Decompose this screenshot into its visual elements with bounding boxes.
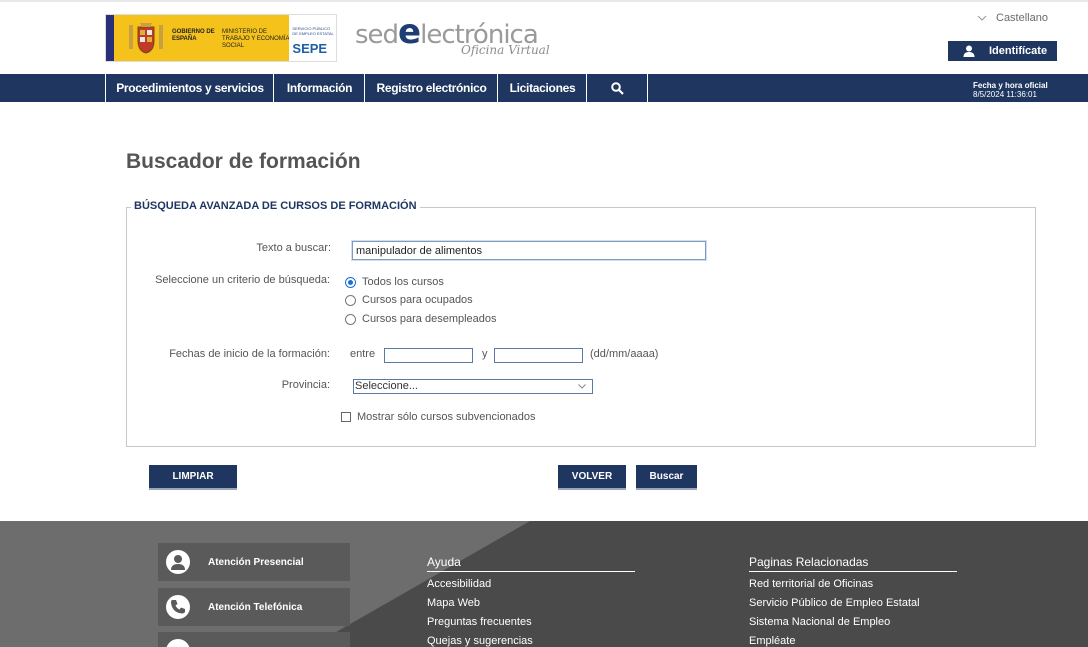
related-link[interactable]: Red territorial de Oficinas bbox=[749, 578, 957, 591]
flag-bar bbox=[106, 15, 114, 61]
login-label: Identifícate bbox=[989, 45, 1048, 57]
gobierno-espana-logo: GOBIERNO DE ESPAÑA MINISTERIO DE TRABAJO… bbox=[106, 15, 290, 61]
atencion-presencial-label: Atención Presencial bbox=[208, 556, 304, 568]
radio-button-checked[interactable] bbox=[345, 276, 356, 288]
search-button[interactable]: Buscar bbox=[636, 465, 697, 488]
search-icon bbox=[610, 81, 624, 95]
sepe-small-text: SERVICIO PÚBLICO DE EMPLEO ESTATAL bbox=[292, 26, 334, 36]
gobierno-text: GOBIERNO DE ESPAÑA bbox=[172, 29, 215, 42]
atencion-telefonica-link[interactable]: Atención Telefónica bbox=[158, 588, 350, 626]
atencion-telefonica-label: Atención Telefónica bbox=[208, 601, 303, 613]
footer: Atención Presencial Atención Telefónica … bbox=[0, 521, 1088, 647]
radio-label-ocupados: Cursos para ocupados bbox=[362, 294, 473, 306]
date-to-input[interactable] bbox=[494, 348, 583, 363]
criteria-label: Seleccione un criterio de búsqueda: bbox=[155, 274, 330, 286]
related-link[interactable]: Sistema Nacional de Empleo bbox=[749, 616, 957, 629]
page: GOBIERNO DE ESPAÑA MINISTERIO DE TRABAJO… bbox=[0, 0, 1088, 647]
atencion-presencial-link[interactable]: Atención Presencial bbox=[158, 543, 350, 581]
person-icon bbox=[166, 550, 190, 574]
fieldset-legend: BÚSQUEDA AVANZADA DE CURSOS DE FORMACIÓN bbox=[131, 200, 420, 212]
top-border bbox=[0, 0, 1088, 2]
date-format-hint: (dd/mm/aaaa) bbox=[590, 348, 659, 360]
radio-todos[interactable]: Todos los cursos bbox=[345, 276, 444, 288]
government-logo[interactable]: GOBIERNO DE ESPAÑA MINISTERIO DE TRABAJO… bbox=[105, 14, 337, 62]
language-label: Castellano bbox=[996, 12, 1048, 24]
search-label: Texto a buscar: bbox=[256, 242, 331, 254]
brand-subtitle: Oficina Virtual bbox=[461, 43, 550, 57]
related-link[interactable]: Servicio Público de Empleo Estatal bbox=[749, 597, 957, 610]
help-link[interactable]: Accesibilidad bbox=[427, 578, 635, 591]
coat-of-arms-icon bbox=[129, 23, 163, 54]
between-label: entre bbox=[350, 348, 376, 360]
nav-licitaciones[interactable]: Licitaciones bbox=[497, 74, 587, 102]
related-link[interactable]: Empléate bbox=[749, 635, 957, 647]
datetime-label: Fecha y hora oficial bbox=[973, 81, 1048, 90]
user-icon bbox=[963, 45, 975, 57]
help-link[interactable]: Quejas y sugerencias bbox=[427, 635, 635, 647]
radio-button[interactable] bbox=[345, 313, 356, 325]
subsidized-checkbox-row[interactable]: Mostrar sólo cursos subvencionados bbox=[341, 411, 536, 423]
login-button[interactable]: Identifícate bbox=[948, 41, 1057, 61]
back-button[interactable]: VOLVER bbox=[558, 465, 626, 488]
subsidized-checkbox[interactable] bbox=[341, 412, 351, 422]
chevron-down-icon bbox=[578, 384, 586, 389]
page-title: Buscador de formación bbox=[126, 150, 361, 173]
phone-icon bbox=[166, 595, 190, 619]
radio-button[interactable] bbox=[345, 294, 356, 306]
related-title: Paginas Relacionadas bbox=[749, 555, 957, 572]
radio-ocupados[interactable]: Cursos para ocupados bbox=[345, 294, 473, 306]
clear-button[interactable]: LIMPIAR bbox=[149, 465, 237, 488]
sepe-text: SEPE bbox=[292, 41, 328, 56]
province-selected: Seleccione... bbox=[355, 380, 418, 392]
search-input[interactable] bbox=[351, 240, 707, 261]
main-nav: Procedimientos y servicios Información R… bbox=[0, 74, 1088, 102]
date-from-input[interactable] bbox=[384, 348, 473, 363]
nav-informacion[interactable]: Información bbox=[273, 74, 365, 102]
radio-label-todos: Todos los cursos bbox=[362, 276, 444, 288]
brand-pre: sed bbox=[355, 20, 399, 50]
radio-label-desempleados: Cursos para desempleados bbox=[362, 313, 497, 325]
nav-procedimientos[interactable]: Procedimientos y servicios bbox=[105, 74, 274, 102]
nav-registro[interactable]: Registro electrónico bbox=[364, 74, 498, 102]
province-label: Provincia: bbox=[281, 379, 330, 391]
subsidized-label: Mostrar sólo cursos subvencionados bbox=[357, 411, 536, 423]
brand-e: e bbox=[398, 12, 421, 52]
ministerio-text: MINISTERIO DE TRABAJO Y ECONOMÍA SOCIAL bbox=[222, 29, 290, 49]
chevron-down-icon bbox=[977, 15, 987, 21]
dates-label: Fechas de inicio de la formación: bbox=[169, 348, 330, 360]
radio-desempleados[interactable]: Cursos para desempleados bbox=[345, 313, 497, 325]
language-selector[interactable]: Castellano bbox=[977, 12, 1048, 24]
and-label: y bbox=[482, 348, 488, 360]
help-column: Ayuda Accesibilidad Mapa Web Preguntas f… bbox=[427, 555, 635, 647]
chat-icon bbox=[166, 639, 190, 647]
nav-search[interactable] bbox=[586, 74, 648, 102]
help-title: Ayuda bbox=[427, 555, 635, 572]
related-column: Paginas Relacionadas Red territorial de … bbox=[749, 555, 957, 647]
help-link[interactable]: Preguntas frecuentes bbox=[427, 616, 635, 629]
province-select[interactable]: Seleccione... bbox=[353, 379, 593, 394]
sepe-logo: SERVICIO PÚBLICO DE EMPLEO ESTATAL SEPE bbox=[289, 15, 336, 61]
help-link[interactable]: Mapa Web bbox=[427, 597, 635, 610]
official-datetime: Fecha y hora oficial 8/5/2024 11:36:01 bbox=[973, 81, 1048, 99]
atencion-online-link[interactable] bbox=[158, 632, 350, 647]
datetime-value: 8/5/2024 11:36:01 bbox=[973, 90, 1037, 99]
sede-electronica-logo[interactable]: sedelectrónica Oficina Virtual bbox=[355, 12, 555, 60]
